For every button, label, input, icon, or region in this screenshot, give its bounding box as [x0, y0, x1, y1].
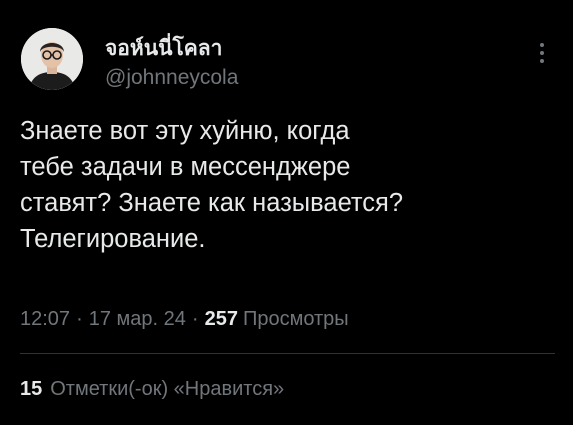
- tweet-text-line: Телегирование.: [20, 225, 206, 253]
- meta-separator: ·: [191, 308, 199, 330]
- more-options-button[interactable]: [532, 40, 552, 66]
- author-handle[interactable]: @johnneycola: [105, 66, 238, 90]
- avatar[interactable]: [21, 28, 83, 90]
- views-count: 257: [204, 308, 238, 330]
- likes-count: 15: [20, 378, 43, 400]
- likes-link[interactable]: 15 Отметки(-ок) «Нравится»: [20, 378, 284, 401]
- tweet-meta: 12:07 · 17 мар. 24 · 257 Просмотры: [20, 308, 349, 331]
- likes-label: Отметки(-ок) «Нравится»: [50, 378, 285, 400]
- meta-separator: ·: [76, 308, 83, 330]
- tweet-text-line: тебе задачи в мессенджере: [20, 153, 351, 181]
- tweet-text-line: Знаете вот эту хуйню, когда: [20, 117, 350, 145]
- tweet-time[interactable]: 12:07: [20, 308, 70, 330]
- views-label: Просмотры: [242, 308, 349, 330]
- tweet-date[interactable]: 17 мар. 24: [89, 308, 186, 330]
- person-with-glasses-avatar: [21, 28, 83, 90]
- tweet-text-line: ставят? Знаете как называется?: [20, 189, 404, 217]
- more-vertical-icon: [540, 43, 544, 63]
- tweet-text: Знаете вот эту хуйню, когда тебе задачи …: [20, 113, 560, 257]
- author-display-name[interactable]: จอห์นนี่โคลา: [105, 32, 222, 65]
- divider: [20, 353, 555, 354]
